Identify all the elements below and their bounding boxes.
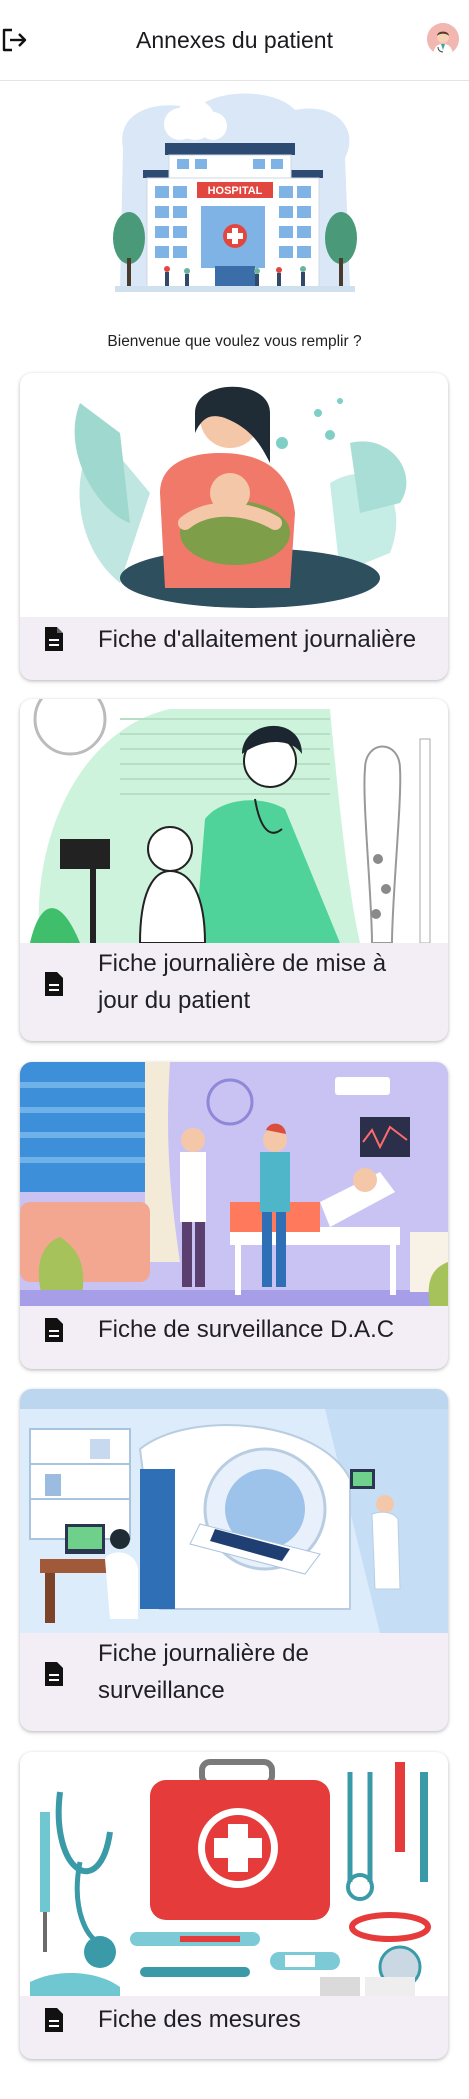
card-label: Fiche d'allaitement journalière: [98, 626, 417, 653]
avatar[interactable]: [427, 23, 459, 55]
mri-scanner-illustration: [20, 1389, 448, 1633]
document-icon: [45, 2008, 63, 2032]
card-mise-a-jour[interactable]: Fiche journalière de mise à jour du pati…: [20, 699, 448, 1041]
page-title: Annexes du patient: [136, 27, 333, 53]
document-icon: [45, 1662, 63, 1686]
medical-kit-illustration: [20, 1752, 448, 1996]
card-surveillance-dac[interactable]: Fiche de surveillance D.A.C: [20, 1062, 448, 1369]
breastfeeding-illustration: [20, 373, 448, 617]
hospital-illustration: HOSPITAL: [113, 93, 357, 292]
document-icon: [45, 627, 63, 651]
card-label: Fiche journalière de surveillance: [98, 1640, 309, 1704]
doctor-baby-illustration: [20, 699, 448, 943]
card-label: Fiche des mesures: [98, 2006, 301, 2033]
card-surveillance-journaliere[interactable]: Fiche journalière de surveillance: [20, 1389, 448, 1731]
card-allaitement[interactable]: Fiche d'allaitement journalière: [20, 373, 448, 680]
card-label: Fiche journalière de mise à jour du pati…: [98, 950, 387, 1014]
card-label: Fiche de surveillance D.A.C: [98, 1316, 395, 1343]
doctor-avatar-icon: [427, 23, 459, 55]
welcome-text: Bienvenue que voulez vous remplir ?: [107, 333, 362, 350]
hospital-room-illustration: [20, 1062, 448, 1306]
document-icon: [45, 1318, 63, 1342]
hospital-sign-text: HOSPITAL: [208, 185, 263, 197]
card-mesures[interactable]: Fiche des mesures: [20, 1752, 448, 2059]
document-icon: [45, 972, 63, 996]
app-bar: Annexes du patient: [0, 0, 469, 81]
